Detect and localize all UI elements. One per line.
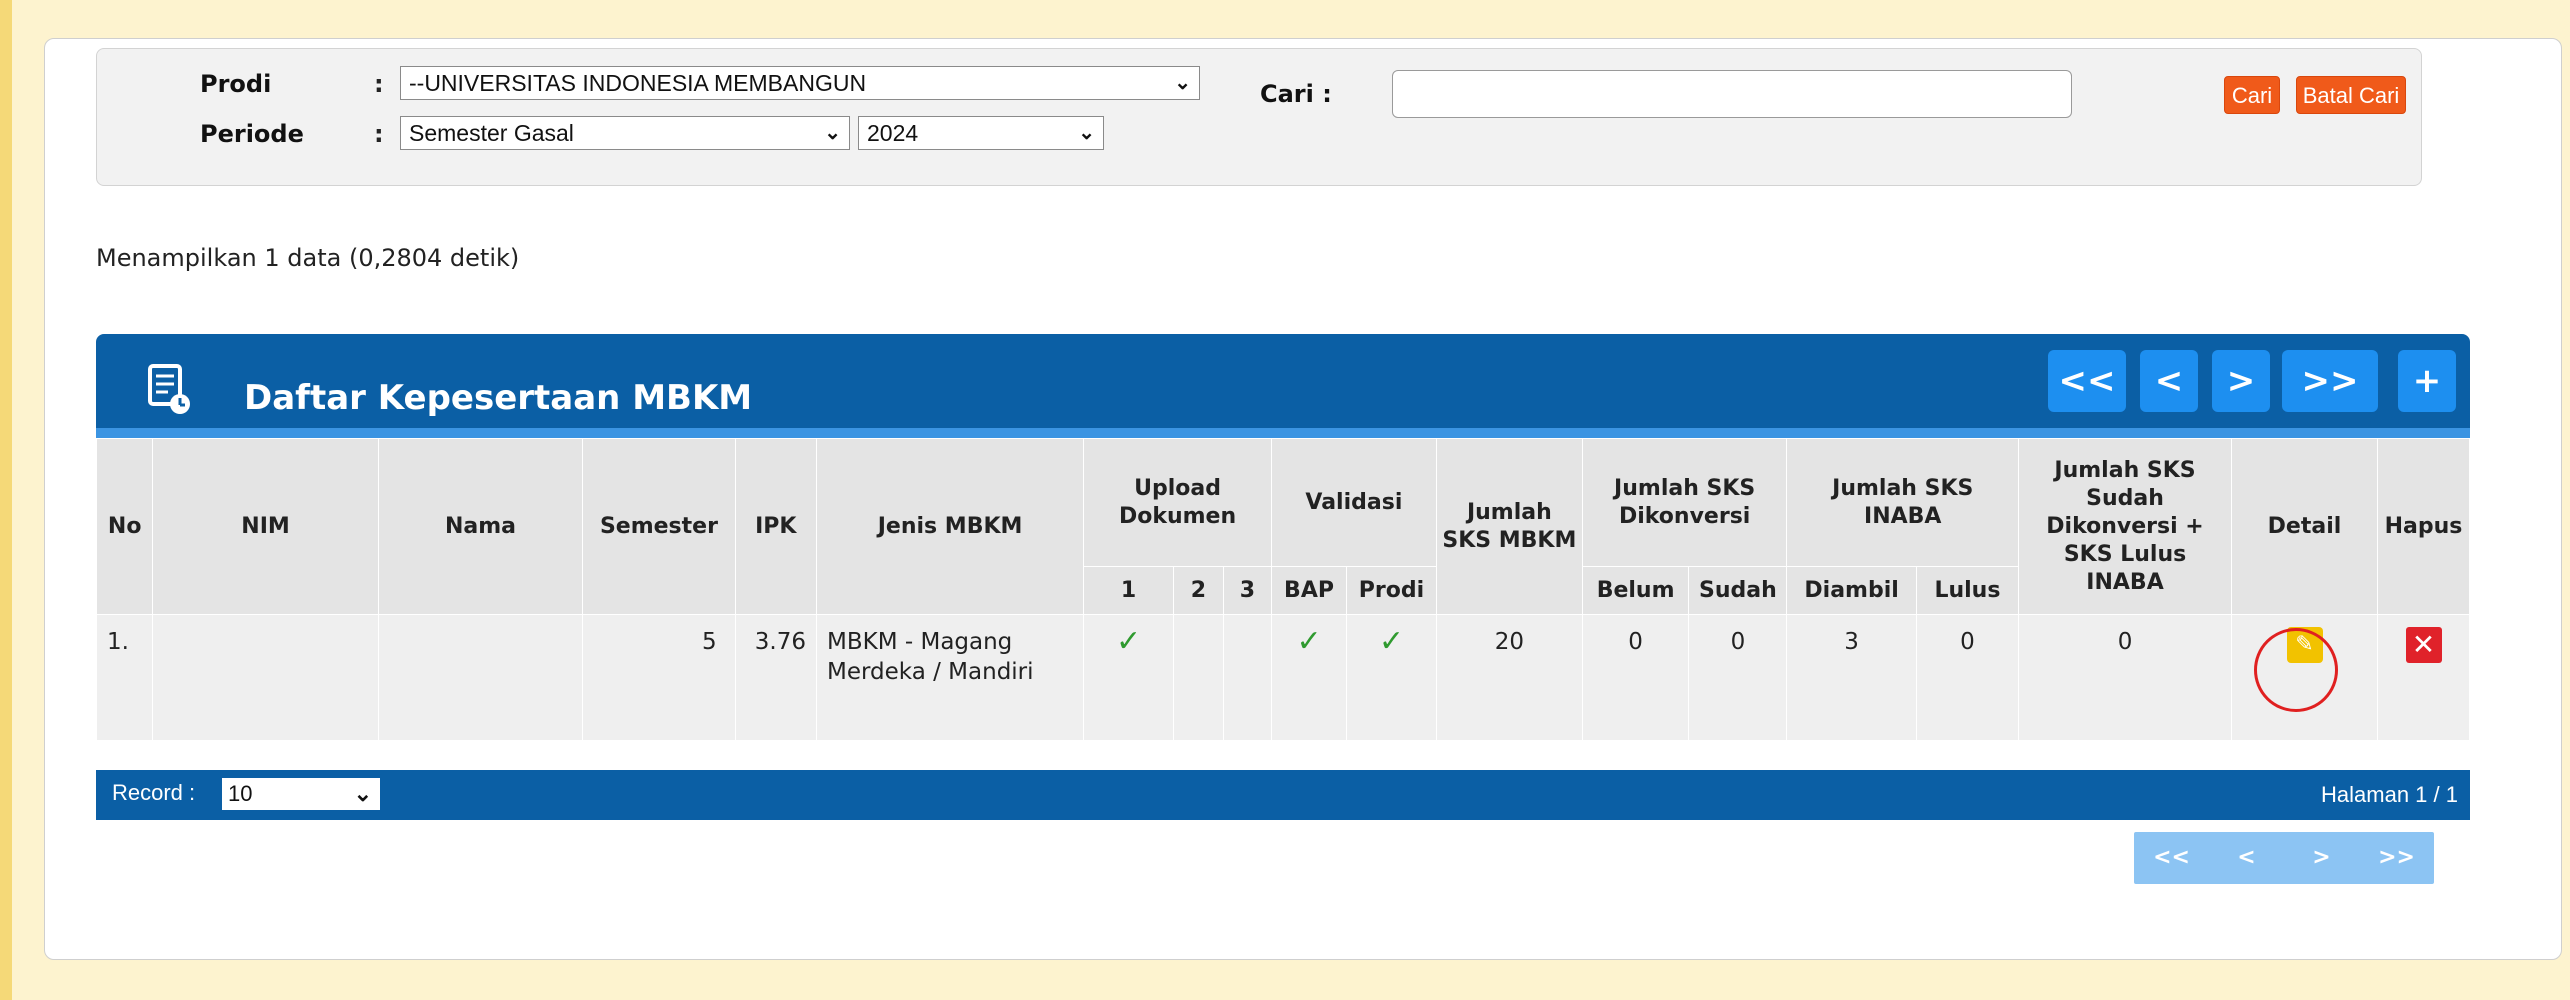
header-validasi: Validasi	[1270, 438, 1437, 567]
cell-ipk: 3.76	[734, 614, 818, 741]
cell-validasi-bap: ✓	[1270, 614, 1348, 741]
chevron-down-icon: ⌄	[1174, 72, 1191, 94]
header-semester: Semester	[582, 438, 736, 615]
cell-jumlah-total: 0	[2018, 614, 2232, 741]
header-validasi-bap: BAP	[1270, 566, 1348, 615]
check-icon: ✓	[1378, 624, 1405, 659]
header-ipk: IPK	[734, 438, 818, 615]
header-upload-dokumen: Upload Dokumen	[1083, 438, 1272, 567]
chevron-down-icon: ⌄	[353, 781, 372, 806]
semester-select[interactable]: Semester Gasal ⌄	[400, 116, 850, 150]
record-select-value: 10	[228, 781, 253, 806]
cell-hapus: ✕	[2377, 614, 2470, 741]
prodi-select-value: --UNIVERSITAS INDONESIA MEMBANGUN	[409, 70, 867, 96]
record-label: Record :	[112, 780, 196, 805]
next-page-button[interactable]: >	[2212, 350, 2270, 412]
bottom-pagination: << < > >>	[2134, 832, 2434, 884]
cell-inaba-lulus: 0	[1915, 614, 2020, 741]
header-upload-2: 2	[1172, 566, 1224, 615]
periode-label: Periode	[200, 120, 304, 148]
cancel-search-button[interactable]: Batal Cari	[2296, 76, 2406, 114]
prodi-select[interactable]: --UNIVERSITAS INDONESIA MEMBANGUN ⌄	[400, 66, 1200, 100]
periode-colon: :	[374, 120, 384, 148]
table-header-bar: Daftar Kepesertaan MBKM << < > >> +	[96, 334, 2470, 428]
cell-jumlah-sks-mbkm: 20	[1435, 614, 1583, 741]
search-label: Cari :	[1260, 80, 1332, 108]
header-inaba-lulus: Lulus	[1915, 566, 2020, 615]
cell-semester: 5	[582, 614, 736, 741]
bottom-next-button[interactable]: >	[2284, 832, 2359, 884]
search-input[interactable]	[1392, 70, 2072, 118]
table-footer: Record : 10 ⌄ Halaman 1 / 1	[96, 770, 2470, 820]
header-jumlah-total: Jumlah SKS Sudah Dikonversi + SKS Lulus …	[2018, 438, 2232, 615]
header-detail: Detail	[2230, 438, 2379, 615]
document-list-icon	[148, 364, 190, 414]
cell-nama	[377, 614, 584, 741]
prev-page-button[interactable]: <	[2140, 350, 2198, 412]
search-button[interactable]: Cari	[2224, 76, 2280, 114]
header-jumlah-sks-inaba: Jumlah SKS INABA	[1786, 438, 2020, 567]
last-page-button[interactable]: >>	[2282, 350, 2378, 412]
header-dikonversi-sudah: Sudah	[1688, 566, 1788, 615]
check-icon: ✓	[1296, 624, 1322, 659]
bottom-first-button[interactable]: <<	[2134, 832, 2209, 884]
prodi-label: Prodi	[200, 70, 272, 98]
header-validasi-prodi: Prodi	[1346, 566, 1437, 615]
page-info: Halaman 1 / 1	[2321, 782, 2458, 807]
cell-upload-3	[1222, 614, 1272, 741]
header-dikonversi-belum: Belum	[1581, 566, 1690, 615]
cell-validasi-prodi: ✓	[1346, 614, 1437, 741]
first-page-button[interactable]: <<	[2048, 350, 2126, 412]
cell-upload-1: ✓	[1083, 614, 1174, 741]
participants-table: No NIM Nama Semester IPK Jenis MBKM Uplo…	[95, 438, 2470, 741]
bottom-prev-button[interactable]: <	[2209, 832, 2284, 884]
year-select-value: 2024	[867, 120, 919, 146]
cell-jenis-mbkm: MBKM - Magang Merdeka / Mandiri	[815, 614, 1085, 741]
year-select[interactable]: 2024 ⌄	[858, 116, 1104, 150]
header-hapus: Hapus	[2377, 438, 2470, 615]
chevron-down-icon: ⌄	[1078, 122, 1095, 144]
close-icon[interactable]: ✕	[2405, 627, 2442, 663]
cell-dikonversi-sudah: 0	[1688, 614, 1788, 741]
cell-no: 1.	[95, 614, 154, 741]
header-no: No	[95, 438, 154, 615]
add-button[interactable]: +	[2398, 350, 2456, 412]
prodi-colon: :	[374, 70, 384, 98]
table-title: Daftar Kepesertaan MBKM	[244, 378, 753, 418]
cell-dikonversi-belum: 0	[1581, 614, 1690, 741]
header-jumlah-sks-mbkm: Jumlah SKS MBKM	[1435, 438, 1583, 615]
header-nim: NIM	[152, 438, 379, 615]
cell-upload-2	[1172, 614, 1224, 741]
check-icon: ✓	[1115, 624, 1142, 659]
result-info: Menampilkan 1 data (0,2804 detik)	[96, 244, 520, 272]
cell-inaba-diambil: 3	[1786, 614, 1917, 741]
cell-nim	[152, 614, 379, 741]
header-upload-1: 1	[1083, 566, 1174, 615]
header-upload-3: 3	[1222, 566, 1272, 615]
semester-select-value: Semester Gasal	[409, 120, 574, 146]
table-header-underline	[96, 428, 2470, 438]
record-select[interactable]: 10 ⌄	[222, 778, 380, 810]
header-inaba-diambil: Diambil	[1786, 566, 1917, 615]
page-left-stripe	[0, 0, 12, 1000]
bottom-last-button[interactable]: >>	[2359, 832, 2434, 884]
table-row: 1. 5 3.76 MBKM - Magang Merdeka / Mandir…	[95, 614, 2470, 741]
header-jumlah-sks-dikonversi: Jumlah SKS Dikonversi	[1581, 438, 1788, 567]
highlight-circle	[2254, 628, 2338, 712]
chevron-down-icon: ⌄	[824, 122, 841, 144]
header-nama: Nama	[377, 438, 584, 615]
header-jenis-mbkm: Jenis MBKM	[815, 438, 1085, 615]
